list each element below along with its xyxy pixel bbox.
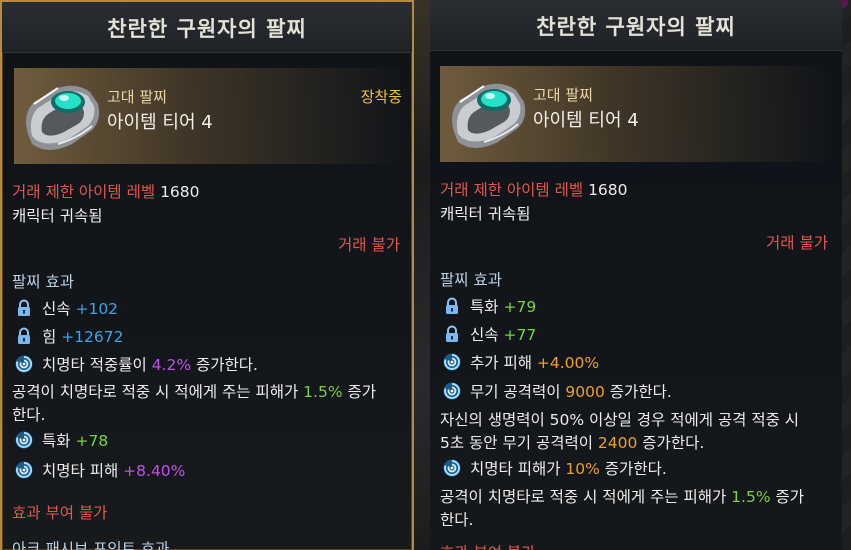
effect-desc: 공격이 치명타로 적중 시 적에게 주는 피해가 1.5% 증가 (440, 488, 805, 506)
item-grade: 고대 팔찌 (533, 86, 593, 104)
stat-line: 힘 +12672 (14, 325, 124, 347)
swirl-icon (14, 354, 34, 374)
swirl-icon (442, 458, 462, 478)
lock-icon (14, 326, 34, 346)
swirl-icon (14, 430, 34, 450)
effect-line: 치명타 적중률이 4.2% 증가한다. (14, 353, 258, 375)
effect-desc: 5초 동안 무기 공격력이 2400 증가한다. (440, 434, 705, 452)
trade-status: 거래 불가 (766, 234, 828, 252)
trade-level: 거래 제한 아이템 레벨 1680 (440, 181, 628, 199)
effect-line: 치명타 피해가 10% 증가한다. (442, 457, 667, 479)
effect-line: 무기 공격력이 9000 증가한다. (442, 380, 672, 402)
panel-gap (414, 0, 430, 550)
item-grade: 고대 팔찌 (107, 88, 167, 106)
stat-line: 신속 +77 (442, 323, 536, 345)
effect-desc-cont: 한다. (12, 406, 46, 424)
lock-icon (442, 324, 462, 344)
item-tier: 아이템 티어 4 (533, 110, 639, 131)
no-effect-grant: 효과 부여 불가 (440, 541, 535, 550)
effect-line: 추가 피해 +4.00% (442, 351, 599, 373)
effect-desc: 자신의 생명력이 50% 이상일 경우 적에게 공격 적중 시 (440, 411, 800, 429)
swirl-icon (442, 381, 462, 401)
trade-status: 거래 불가 (338, 236, 400, 254)
ark-passive-header: 아크 패시브 포인트 효과 (12, 540, 170, 550)
item-header: 고대 팔찌 아이템 티어 4 장착중 (14, 68, 402, 164)
stat-line: 특화 +79 (442, 295, 536, 317)
bracelet-icon (444, 72, 532, 158)
effect-header: 팔찌 효과 (12, 273, 74, 291)
equipped-badge: 장착중 (360, 88, 402, 106)
effect-line: 특화 +78 (14, 429, 108, 451)
effect-header: 팔찌 효과 (440, 271, 502, 289)
effect-desc: 공격이 치명타로 적중 시 적에게 주는 피해가 1.5% 증가 (12, 383, 377, 401)
item-title: 찬란한 구원자의 팔찌 (430, 0, 842, 51)
bound-status: 캐릭터 귀속됨 (440, 205, 531, 223)
trade-level: 거래 제한 아이템 레벨 1680 (12, 183, 200, 201)
item-title: 찬란한 구원자의 팔찌 (2, 2, 412, 53)
stat-line: 신속 +102 (14, 297, 118, 319)
bracelet-icon (18, 74, 106, 160)
item-header: 고대 팔찌 아이템 티어 4 (440, 66, 830, 162)
item-tier: 아이템 티어 4 (107, 112, 213, 133)
tooltip-panel-equipped: 찬란한 구원자의 팔찌 고대 팔찌 아이템 티어 4 장착중 거래 제한 아이템… (0, 0, 414, 550)
lock-icon (14, 298, 34, 318)
swirl-icon (442, 352, 462, 372)
bound-status: 캐릭터 귀속됨 (12, 207, 103, 225)
swirl-icon (14, 460, 34, 480)
tooltip-panel-compare: 찬란한 구원자의 팔찌 고대 팔찌 아이템 티어 4 거래 제한 아이템 레벨 … (430, 0, 842, 550)
effect-line: 치명타 피해 +8.40% (14, 459, 185, 481)
lock-icon (442, 296, 462, 316)
effect-desc-cont: 한다. (440, 511, 474, 529)
no-effect-grant: 효과 부여 불가 (12, 504, 108, 522)
